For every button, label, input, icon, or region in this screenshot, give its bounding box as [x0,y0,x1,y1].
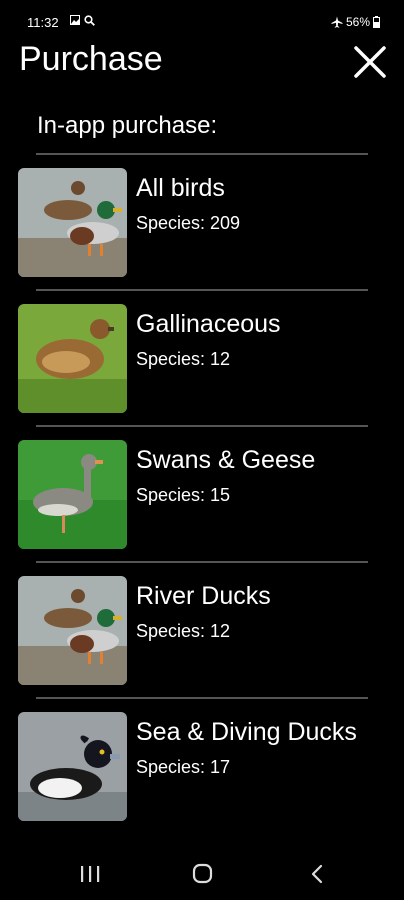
item-species-count: Species: 17 [136,757,231,777]
purchase-item-swans-geese[interactable]: Swans & Geese Species: 15 [0,440,404,552]
mallard-pair-photo [18,576,127,685]
back-button[interactable] [298,859,338,889]
tufted-duck-photo [18,712,127,821]
item-title: All birds [136,174,225,202]
item-title: Sea & Diving Ducks [136,718,357,746]
recent-apps-button[interactable] [70,859,110,889]
item-species-count: Species: 15 [136,485,231,505]
quail-photo [18,304,127,413]
purchase-item-gallinaceous[interactable]: Gallinaceous Species: 12 [0,304,404,416]
home-icon [192,863,213,884]
section-heading: In-app purchase: [37,112,218,139]
purchase-item-river-ducks[interactable]: River Ducks Species: 12 [0,576,404,688]
airplane-mode-icon [331,16,343,28]
purchase-item-sea-diving-ducks[interactable]: Sea & Diving Ducks Species: 17 [0,712,404,824]
item-title: River Ducks [136,582,271,610]
mallard-pair-photo [18,168,127,277]
item-title: Swans & Geese [136,446,316,474]
search-notification-icon [84,15,95,26]
battery-percent: 56% [345,15,370,29]
battery-icon [373,16,380,28]
item-species-count: Species: 209 [136,213,241,233]
page-title: Purchase [19,40,163,78]
status-notification-icons [70,15,95,26]
image-notification-icon [70,15,80,25]
status-time: 11:32 [27,15,59,30]
item-species-count: Species: 12 [136,349,231,369]
divider [36,425,368,427]
divider [36,153,368,155]
close-icon [354,46,386,78]
app-header: Purchase [0,38,404,88]
item-species-count: Species: 12 [136,621,231,641]
home-button[interactable] [182,859,222,889]
system-nav-bar [0,845,404,900]
divider [36,289,368,291]
divider [36,697,368,699]
close-button[interactable] [352,44,388,80]
recent-apps-icon [81,866,100,882]
item-title: Gallinaceous [136,310,281,338]
divider [36,561,368,563]
status-right: 56% [331,15,380,29]
greylag-goose-photo [18,440,127,549]
purchase-item-all-birds[interactable]: All birds Species: 209 [0,168,404,280]
back-icon [311,864,323,884]
